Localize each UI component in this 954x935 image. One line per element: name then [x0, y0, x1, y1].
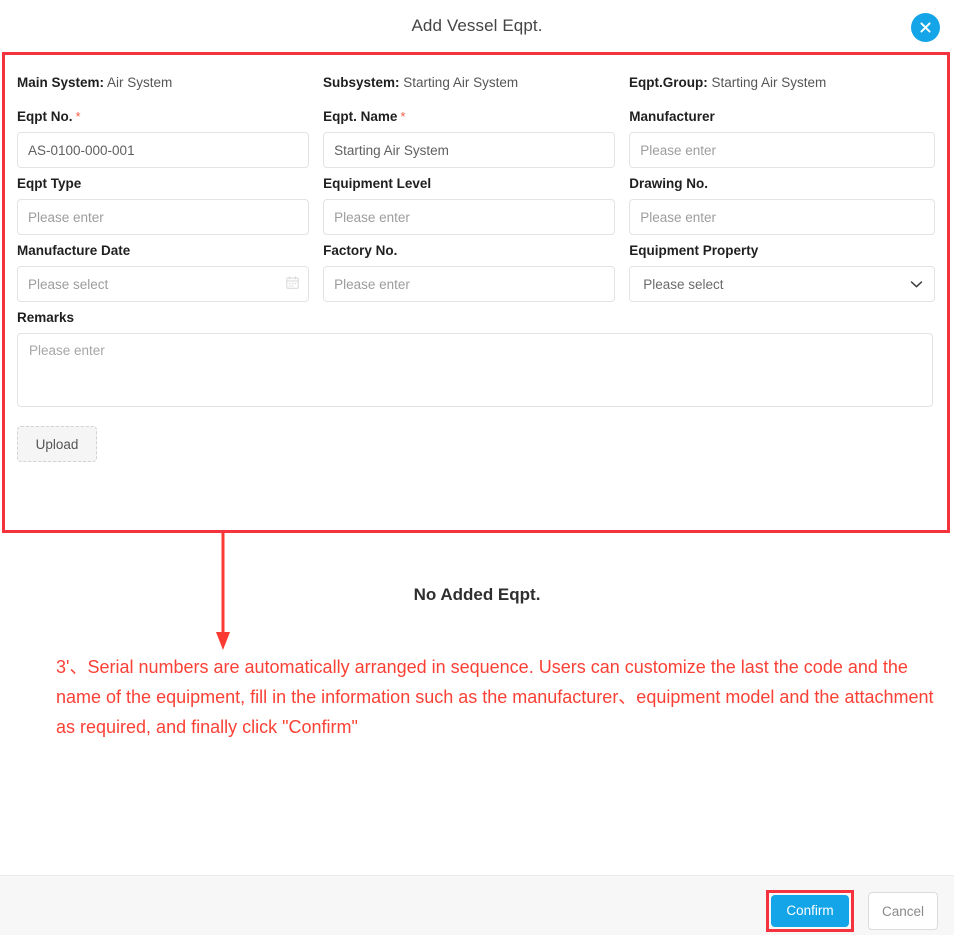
- cancel-button[interactable]: Cancel: [868, 892, 938, 930]
- manufacture-date-placeholder: Please select: [28, 276, 109, 292]
- field-equipment-property: Equipment Property Please select: [629, 235, 935, 302]
- form-row-3: Manufacture Date Please select Factory N…: [17, 235, 935, 302]
- field-manufacture-date: Manufacture Date Please select: [17, 235, 323, 302]
- field-eqpt-type-label: Eqpt Type: [17, 176, 82, 191]
- required-marker: *: [75, 109, 81, 124]
- info-eqpt-group-value: Starting Air System: [711, 75, 827, 90]
- field-remarks: Remarks Please enter: [17, 302, 935, 407]
- eqpt-name-input[interactable]: Starting Air System: [323, 132, 616, 168]
- manufacturer-input[interactable]: Please enter: [629, 132, 935, 168]
- field-equipment-level-label: Equipment Level: [323, 176, 432, 191]
- eqpt-form: Main System: Air System Subsystem: Start…: [5, 55, 947, 530]
- field-factory-no-label: Factory No.: [323, 243, 398, 258]
- drawing-no-input[interactable]: Please enter: [629, 199, 935, 235]
- add-vessel-eqpt-modal: Add Vessel Eqpt. Main System: Air System…: [0, 0, 954, 935]
- field-drawing-no-label: Drawing No.: [629, 176, 709, 191]
- label-text: Eqpt No.: [17, 109, 73, 124]
- annotation-text: 3'、Serial numbers are automatically arra…: [56, 657, 934, 737]
- info-subsystem-value: Starting Air System: [403, 75, 519, 90]
- modal-footer: Confirm Cancel: [0, 875, 954, 935]
- label-text: Eqpt. Name: [323, 109, 398, 124]
- confirm-button[interactable]: Confirm: [771, 895, 849, 927]
- info-eqpt-group-label: Eqpt.Group:: [629, 75, 708, 90]
- field-factory-no: Factory No. Please enter: [323, 235, 629, 302]
- form-highlight-box: Main System: Air System Subsystem: Start…: [2, 52, 950, 533]
- field-manufacturer-label: Manufacturer: [629, 109, 715, 124]
- chevron-down-icon[interactable]: [910, 277, 923, 292]
- info-main-system-label: Main System:: [17, 75, 105, 90]
- field-manufacture-date-label: Manufacture Date: [17, 243, 131, 258]
- calendar-icon[interactable]: [286, 276, 299, 292]
- page-title: Add Vessel Eqpt.: [411, 16, 543, 35]
- equipment-property-value: Please select: [643, 276, 724, 292]
- upload-button[interactable]: Upload: [17, 426, 97, 462]
- field-drawing-no: Drawing No. Please enter: [629, 168, 935, 235]
- field-eqpt-name-label: Eqpt. Name *: [323, 109, 615, 125]
- field-eqpt-no: Eqpt No. * AS-0100-000-001: [17, 101, 323, 168]
- confirm-highlight-box: Confirm: [766, 890, 854, 932]
- info-main-system-value: Air System: [107, 75, 173, 90]
- equipment-level-input[interactable]: Please enter: [323, 199, 616, 235]
- info-subsystem-label: Subsystem:: [323, 75, 400, 90]
- eqpt-type-input[interactable]: Please enter: [17, 199, 310, 235]
- field-manufacturer: Manufacturer Please enter: [629, 101, 935, 168]
- info-main-system: Main System: Air System: [17, 75, 323, 90]
- manufacture-date-input[interactable]: Please select: [17, 266, 310, 302]
- remarks-textarea[interactable]: Please enter: [17, 333, 933, 407]
- empty-state-text: No Added Eqpt.: [413, 585, 541, 604]
- field-equipment-property-label: Equipment Property: [629, 243, 759, 258]
- factory-no-input[interactable]: Please enter: [323, 266, 616, 302]
- modal-header: Add Vessel Eqpt.: [0, 0, 954, 52]
- info-eqpt-group: Eqpt.Group: Starting Air System: [629, 75, 935, 90]
- equipment-property-select[interactable]: Please select: [629, 266, 935, 302]
- info-subsystem: Subsystem: Starting Air System: [323, 75, 629, 90]
- field-eqpt-no-label: Eqpt No. *: [17, 109, 309, 125]
- form-row-2: Eqpt Type Please enter Equipment Level P…: [17, 168, 935, 235]
- required-marker: *: [400, 109, 406, 124]
- close-icon[interactable]: [911, 13, 940, 42]
- eqpt-no-input[interactable]: AS-0100-000-001: [17, 132, 310, 168]
- context-info-row: Main System: Air System Subsystem: Start…: [17, 75, 935, 90]
- field-equipment-level: Equipment Level Please enter: [323, 168, 629, 235]
- footer-actions: Confirm Cancel: [766, 890, 938, 932]
- field-remarks-label: Remarks: [17, 310, 75, 325]
- field-eqpt-name: Eqpt. Name * Starting Air System: [323, 101, 629, 168]
- form-row-remarks: Remarks Please enter: [17, 302, 935, 407]
- field-eqpt-type: Eqpt Type Please enter: [17, 168, 323, 235]
- form-row-1: Eqpt No. * AS-0100-000-001 Eqpt. Name * St…: [17, 101, 935, 168]
